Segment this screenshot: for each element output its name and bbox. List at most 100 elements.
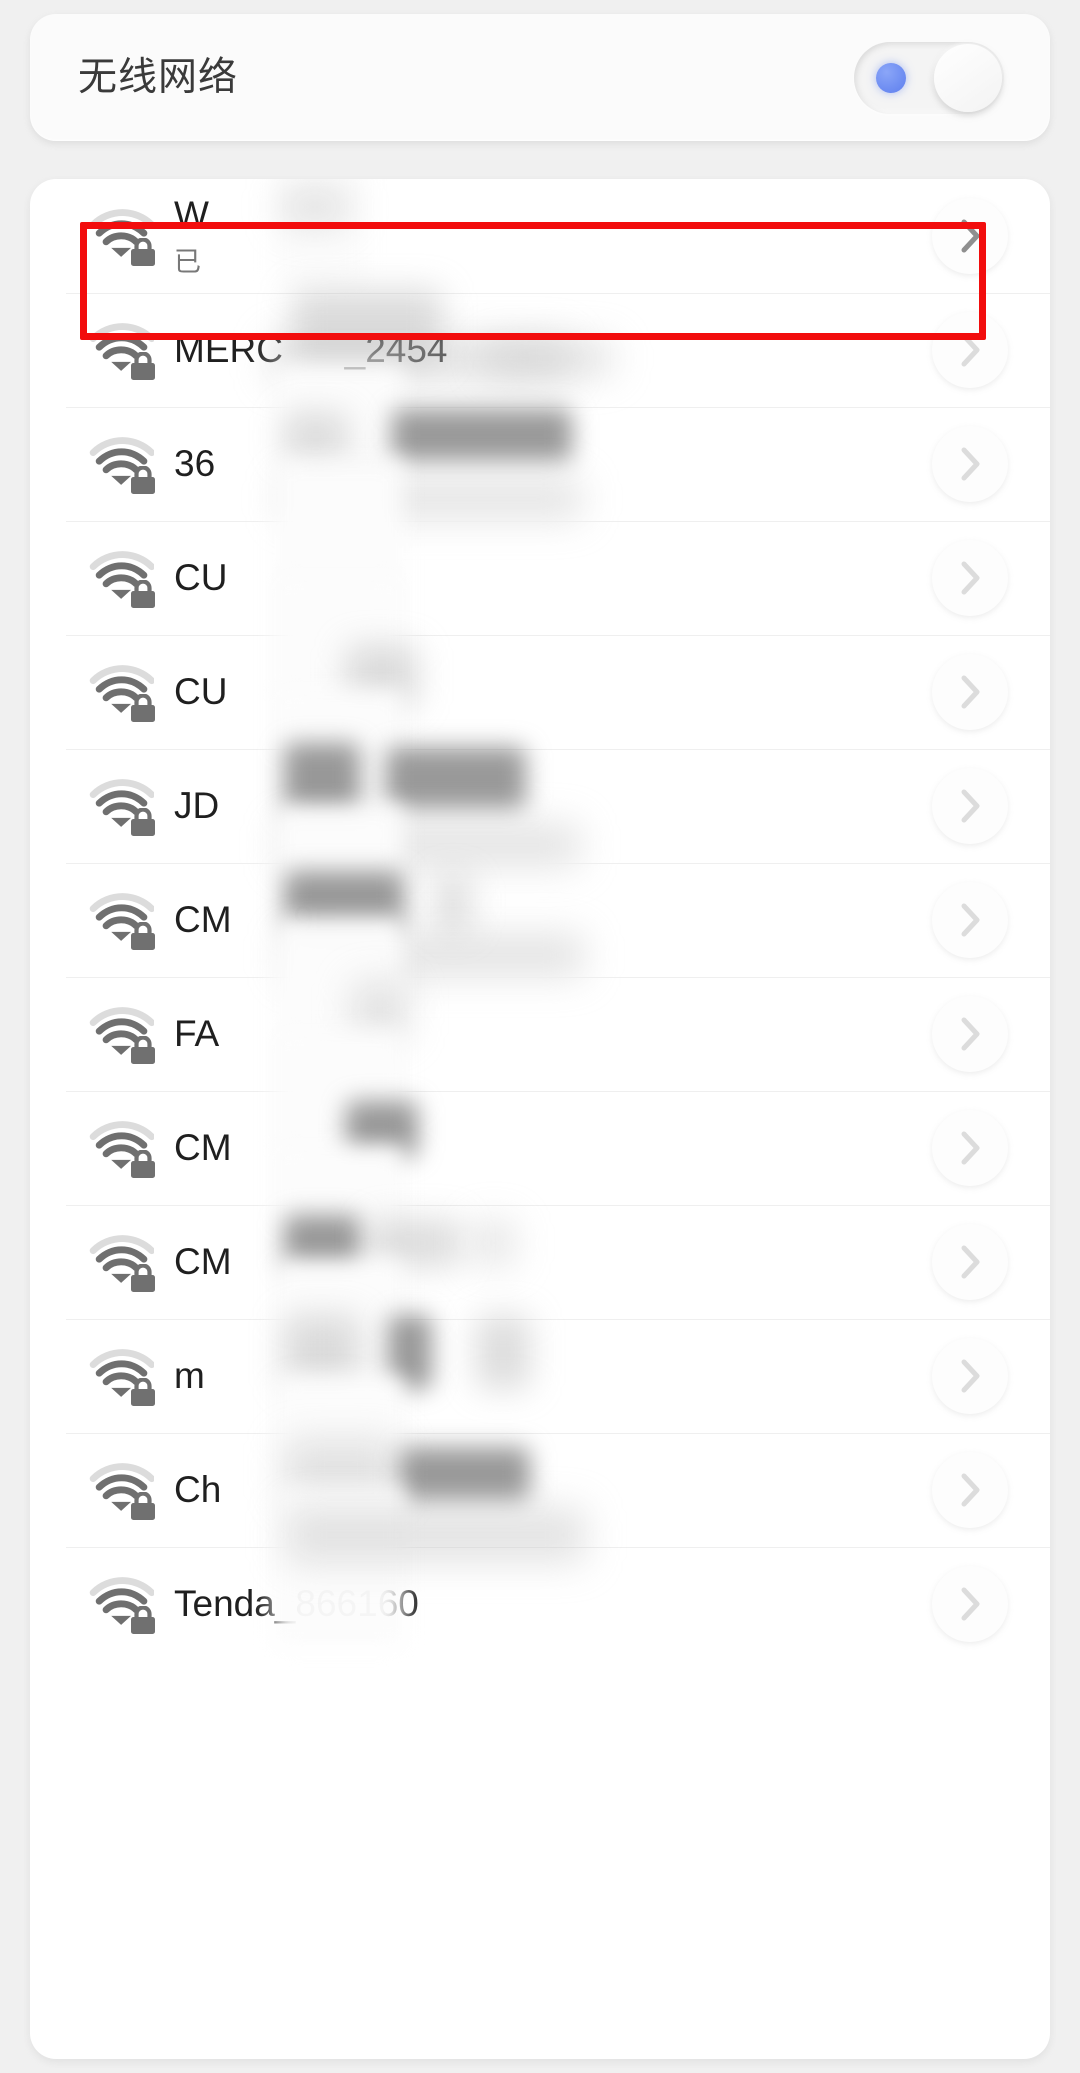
wifi-row-texts: CM 9E (174, 899, 932, 942)
lock-icon (131, 1492, 155, 1520)
row-chevron-button[interactable] (932, 426, 1008, 502)
lock-icon (131, 1036, 155, 1064)
wifi-row-texts: FA (174, 1013, 932, 1056)
wifi-signal-icon (88, 891, 155, 950)
wifi-ssid-label: Ch (174, 1468, 222, 1510)
lock-icon (131, 352, 155, 380)
wifi-network-row[interactable]: CM 9E (30, 805, 1050, 1005)
wifi-row-texts: 36 (174, 443, 932, 486)
lock-icon (131, 694, 155, 722)
chevron-right-icon (961, 447, 980, 481)
row-chevron-button[interactable] (932, 1224, 1008, 1300)
lock-icon (131, 580, 155, 608)
redaction-blur (280, 823, 580, 867)
lock-icon (131, 1606, 155, 1634)
wifi-ssid-label: W (174, 194, 209, 236)
wifi-signal-icon (88, 321, 155, 380)
wifi-row-texts: Tenda_866160 (174, 1583, 932, 1626)
wifi-ssid-label: JD (174, 784, 220, 826)
chevron-right-icon (961, 333, 980, 367)
wifi-row-texts: CU (174, 557, 932, 600)
lock-icon (131, 922, 155, 950)
wifi-network-row[interactable]: W已 (30, 179, 1050, 293)
wifi-signal-icon (88, 663, 155, 722)
wifi-signal-icon (88, 1461, 155, 1520)
wifi-signal-icon (88, 1233, 155, 1292)
row-chevron-button[interactable] (932, 198, 1008, 274)
wifi-ssid-label: m (174, 1354, 205, 1396)
wifi-network-row[interactable]: 36 (30, 365, 1050, 521)
wifi-network-row[interactable]: MERC _2454 (30, 289, 1050, 407)
row-chevron-button[interactable] (932, 312, 1008, 388)
wifi-row-texts: m (174, 1355, 932, 1398)
wifi-signal-icon (88, 1119, 155, 1178)
wifi-ssid-label: CM (174, 1126, 232, 1168)
wifi-signal-icon (88, 435, 155, 494)
row-chevron-button[interactable] (932, 882, 1008, 958)
lock-icon (131, 1150, 155, 1178)
wifi-network-row[interactable]: m (30, 1259, 1050, 1459)
row-chevron-button[interactable] (932, 1566, 1008, 1642)
wifi-row-texts: CM (174, 1127, 932, 1170)
wifi-row-texts: W已 (174, 194, 932, 278)
chevron-right-icon (961, 1245, 980, 1279)
wifi-status-label: 已 (174, 246, 201, 277)
wifi-network-row[interactable]: FA (30, 917, 1050, 1147)
row-chevron-button[interactable] (932, 654, 1008, 730)
wifi-ssid-label: 36 (174, 442, 216, 484)
wifi-network-list: W已 MERC _2454 36 CU CU JD CM 9E FA CM CM… (30, 179, 1050, 2059)
wifi-row-texts: CU (174, 671, 932, 714)
wifi-network-row[interactable]: JD (30, 689, 1050, 889)
wifi-network-row[interactable]: Ch (30, 1375, 1050, 1585)
wifi-signal-icon (88, 777, 155, 836)
toggle-knob[interactable] (934, 43, 1002, 112)
wifi-row-texts: MERC _2454 (174, 329, 932, 372)
chevron-right-icon (961, 675, 980, 709)
wifi-signal-icon (88, 1005, 155, 1064)
lock-icon (131, 808, 155, 836)
row-chevron-button[interactable] (932, 768, 1008, 844)
lock-icon (131, 466, 155, 494)
chevron-right-icon (961, 1017, 980, 1051)
chevron-right-icon (961, 561, 980, 595)
wifi-signal-icon (88, 207, 155, 266)
row-chevron-button[interactable] (932, 996, 1008, 1072)
wifi-ssid-label: FA (174, 1012, 220, 1054)
wifi-settings-screen: 无线网络 W已 MERC _2454 36 CU CU JD CM 9E FA … (0, 14, 1080, 2073)
wifi-row-texts: JD (174, 785, 932, 828)
lock-icon (131, 1378, 155, 1406)
row-chevron-button[interactable] (932, 1452, 1008, 1528)
wifi-signal-icon (88, 1347, 155, 1406)
lock-icon (131, 1264, 155, 1292)
chevron-right-icon (961, 1473, 980, 1507)
wifi-ssid-label: CM (174, 1240, 232, 1282)
wifi-ssid-label: Tenda_866160 (174, 1582, 419, 1624)
wifi-ssid-label: MERC _2454 (174, 328, 448, 370)
wifi-network-row[interactable]: Tenda_866160 (30, 1487, 1050, 1661)
chevron-right-icon (961, 219, 980, 253)
row-chevron-button[interactable] (932, 1110, 1008, 1186)
wifi-ssid-label: CM 9E (174, 898, 339, 940)
chevron-right-icon (961, 789, 980, 823)
wifi-network-row[interactable]: CM (30, 1031, 1050, 1261)
toggle-indicator-dot (876, 62, 906, 93)
page-title: 无线网络 (78, 56, 239, 99)
row-chevron-button[interactable] (932, 540, 1008, 616)
wifi-row-texts: CM (174, 1241, 932, 1284)
chevron-right-icon (961, 1587, 980, 1621)
wireless-network-header-card: 无线网络 (30, 14, 1050, 141)
wifi-network-row[interactable]: CU (30, 575, 1050, 805)
wifi-network-row[interactable]: CM (30, 1145, 1050, 1375)
wifi-network-row[interactable]: CU (30, 461, 1050, 691)
wifi-signal-icon (88, 1575, 155, 1634)
chevron-right-icon (961, 1359, 980, 1393)
chevron-right-icon (961, 1131, 980, 1165)
wifi-master-toggle[interactable] (854, 41, 1004, 114)
wifi-signal-icon (88, 549, 155, 608)
row-chevron-button[interactable] (932, 1338, 1008, 1414)
lock-icon (131, 238, 155, 266)
wifi-ssid-label: CU (174, 556, 228, 598)
chevron-right-icon (961, 903, 980, 937)
wifi-ssid-label: CU (174, 670, 228, 712)
wifi-row-texts: Ch (174, 1469, 932, 1512)
